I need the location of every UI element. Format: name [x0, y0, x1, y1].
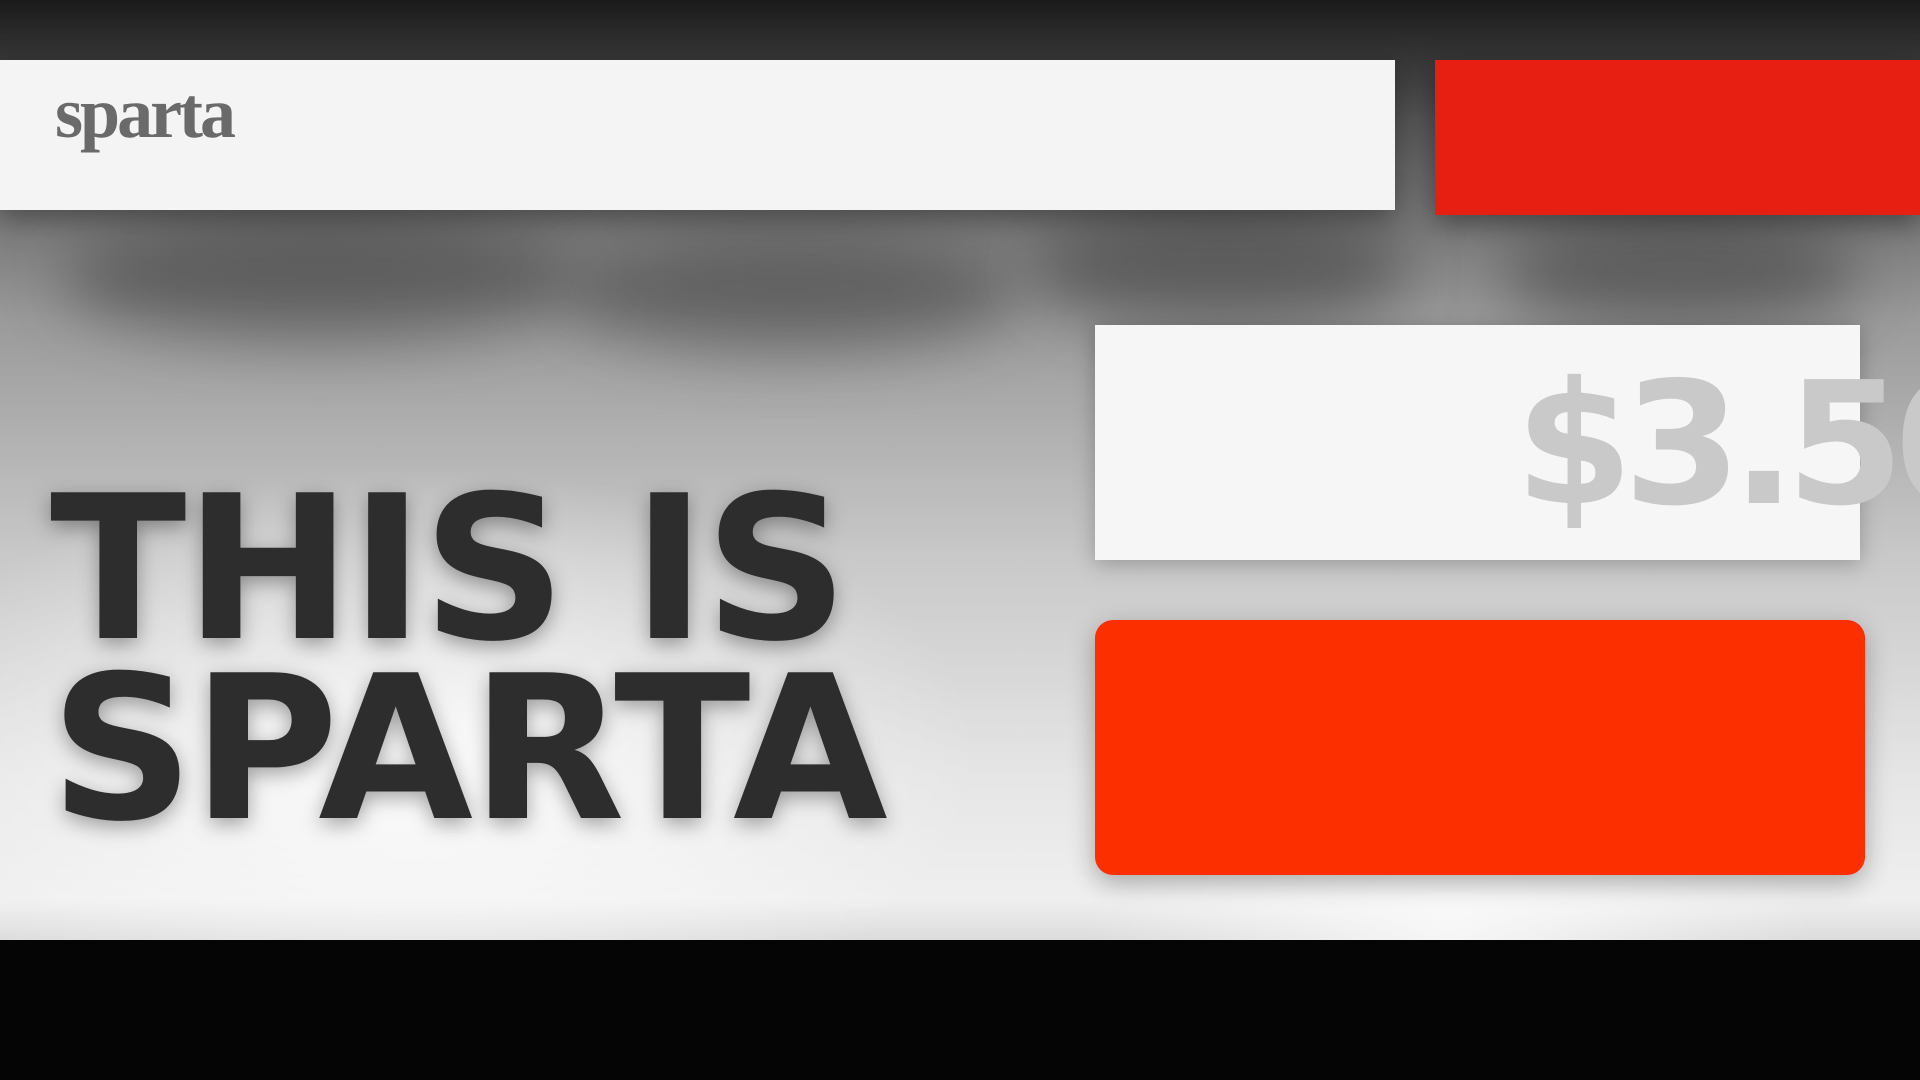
page: sparta THIS IS SPARTA $3.50 — [0, 0, 1920, 1080]
hero-cloud — [1030, 210, 1410, 330]
price-value: $3.50 — [1515, 346, 1920, 544]
hero-cloud — [60, 220, 580, 340]
hero-cloud — [560, 240, 1020, 350]
hero-cta-button[interactable] — [1095, 620, 1865, 875]
hero-cloud — [1500, 220, 1860, 330]
price-box: $3.50 — [1095, 325, 1920, 560]
hero-headline: THIS IS SPARTA — [50, 470, 888, 866]
features-band — [0, 940, 1920, 1080]
hero-headline-line-2: SPARTA — [50, 633, 888, 866]
site-logo[interactable]: sparta — [55, 72, 236, 155]
nav-cta-button[interactable] — [1435, 60, 1920, 215]
